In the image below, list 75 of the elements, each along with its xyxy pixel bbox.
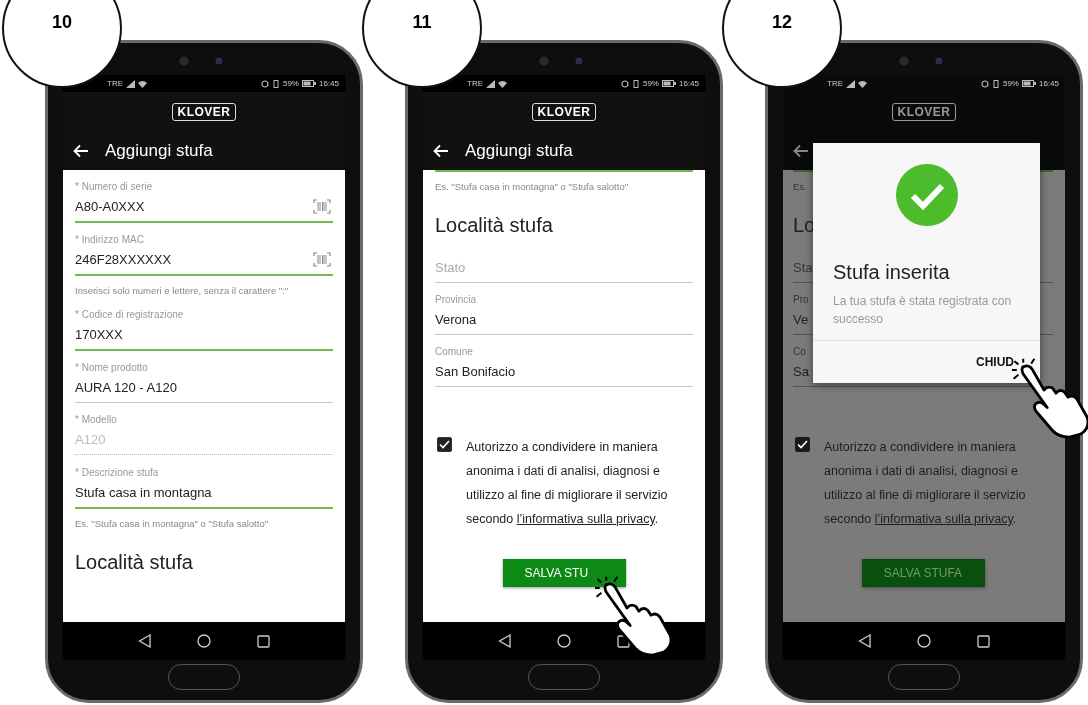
clock-time: 16:45 <box>318 79 339 88</box>
barcode-scan-icon[interactable] <box>313 198 331 214</box>
field-value[interactable]: AURA 120 - A120 <box>75 379 177 395</box>
save-button[interactable]: SALVA STU <box>502 559 626 587</box>
field-value[interactable]: 246F28XXXXXX <box>75 251 172 267</box>
battery-percent: 59% <box>642 79 659 88</box>
battery-percent: 59% <box>1002 79 1019 88</box>
recents-nav-icon[interactable] <box>977 634 990 648</box>
field-label: * Numero di serie <box>75 180 153 194</box>
field-label: Pro <box>793 293 809 307</box>
privacy-link[interactable]: l’informativa sulla privacy <box>874 512 1013 526</box>
carrier-label: TRE <box>467 79 483 88</box>
field-hint: Es. "Stufa casa in montagna" o "Stufa salotto" <box>435 180 630 194</box>
carrier-label: TRE <box>827 79 843 88</box>
alarm-icon <box>620 79 629 88</box>
field-label: * Indirizzo MAC <box>75 233 144 247</box>
battery-icon <box>661 80 676 87</box>
back-nav-icon[interactable] <box>138 634 151 648</box>
clock-time: 16:45 <box>678 79 699 88</box>
section-heading: Località stufa <box>435 214 554 237</box>
carrier-label: TRE <box>107 79 123 88</box>
field-label: Co <box>793 345 806 359</box>
signal-icon <box>846 79 855 88</box>
field-value[interactable]: Stufa casa in montagna <box>75 484 212 500</box>
recents-nav-icon[interactable] <box>257 634 270 648</box>
screen-title: Aggiungi stufa <box>465 141 573 161</box>
close-button[interactable]: CHIUD <box>976 355 1014 369</box>
signal-icon <box>126 79 135 88</box>
vibrate-icon <box>271 79 280 88</box>
field-value[interactable]: Verona <box>435 311 477 327</box>
signal-icon <box>486 79 495 88</box>
field-label: * Modello <box>75 413 117 427</box>
field-hint: Inserisci solo numeri e lettere, senza il carattere ":" <box>75 284 290 298</box>
vibrate-icon <box>631 79 640 88</box>
field-value[interactable]: Sa <box>793 363 809 379</box>
field-value[interactable]: San Bonifacio <box>435 363 516 379</box>
field-label: * Nome prodotto <box>75 361 148 375</box>
field-label: Comune <box>435 345 473 359</box>
section-heading: Località stufa <box>75 551 194 574</box>
alarm-icon <box>980 79 989 88</box>
field-label: Provincia <box>435 293 477 307</box>
clock-time: 16:45 <box>1038 79 1059 88</box>
dialog-message: La tua stufa è stata registrata con successo <box>833 293 1013 328</box>
brand-logo: KLOVER <box>532 103 596 121</box>
field-hint: Es. <box>793 180 808 194</box>
barcode-scan-icon[interactable] <box>313 251 331 267</box>
battery-icon <box>301 80 316 87</box>
field-value[interactable]: Ve <box>793 311 809 327</box>
dialog-title: Stufa inserita <box>833 261 951 284</box>
field-label: * Descrizione stufa <box>75 466 159 480</box>
vibrate-icon <box>991 79 1000 88</box>
consent-checkbox[interactable] <box>437 437 452 452</box>
battery-icon <box>1021 80 1036 87</box>
field-label: * Codice di registrazione <box>75 308 184 322</box>
success-check-icon <box>895 164 958 226</box>
wifi-icon <box>858 79 867 88</box>
home-nav-icon[interactable] <box>197 634 211 648</box>
wifi-icon <box>138 79 147 88</box>
consent-checkbox[interactable] <box>795 437 810 452</box>
back-nav-icon[interactable] <box>498 634 511 648</box>
battery-percent: 59% <box>282 79 299 88</box>
consent-text: Autorizzo a condividere in maniera anonima i dati di analisi, diagnosi e utilizzo al fine di migliorare il servizio secondo l’informativa sulla privacy. <box>466 439 669 528</box>
screen-title: Aggiungi stufa <box>105 141 213 161</box>
brand-logo: KLOVER <box>172 103 236 121</box>
brand-logo: KLOVER <box>892 103 956 121</box>
consent-text: Autorizzo a condividere in maniera anonima i dati di analisi, diagnosi e utilizzo al fine di migliorare il servizio secondo l’informativa sulla privacy. <box>824 439 1027 528</box>
home-nav-icon[interactable] <box>917 634 931 648</box>
alarm-icon <box>260 79 269 88</box>
privacy-link[interactable]: l’informativa sulla privacy <box>516 512 655 526</box>
back-nav-icon[interactable] <box>858 634 871 648</box>
home-nav-icon[interactable] <box>557 634 571 648</box>
wifi-icon <box>498 79 507 88</box>
field-value[interactable]: A80-A0XXX <box>75 198 145 214</box>
field-value[interactable]: 170XXX <box>75 326 123 342</box>
field-hint: Es. "Stufa casa in montagna" o "Stufa salotto" <box>75 517 270 531</box>
